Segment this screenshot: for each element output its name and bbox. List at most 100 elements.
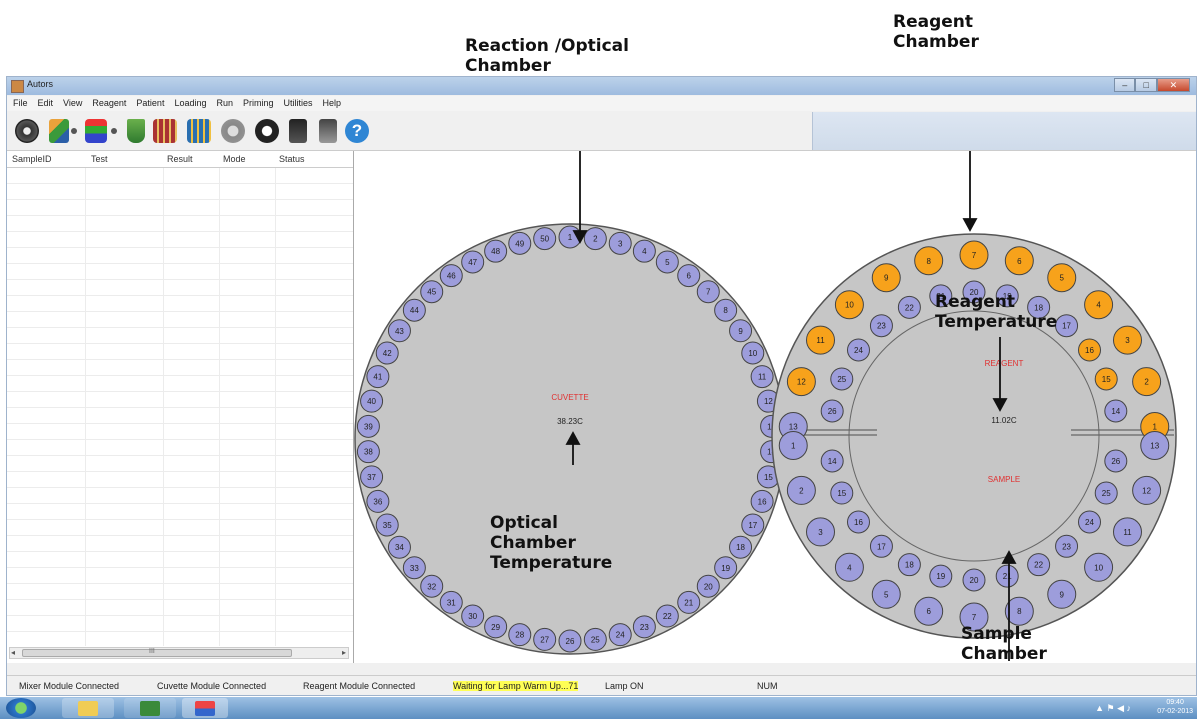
column-mode[interactable]: Mode (223, 154, 246, 164)
cuvette-cell-label: 37 (367, 473, 376, 482)
reagent-cell-label: 24 (854, 346, 863, 355)
cuvette-cell-label: 18 (736, 543, 745, 552)
column-result[interactable]: Result (167, 154, 193, 164)
tray-icons[interactable]: ▲ ⚑ ◀ ♪ (1095, 703, 1131, 714)
play-icon[interactable] (221, 119, 245, 143)
annotation-reagent-chamber: Reagent Chamber (893, 12, 979, 52)
dropdown-arrow-icon[interactable] (71, 128, 77, 134)
reagent-cell-label: 26 (828, 407, 837, 416)
menu-help[interactable]: Help (323, 96, 342, 111)
chamber-diagram: 1234567891011121314151617181920212223242… (354, 151, 1177, 661)
status-bar: Mixer Module Connected Cuvette Module Co… (7, 675, 1196, 695)
menu-utilities[interactable]: Utilities (284, 96, 313, 111)
flask-icon[interactable] (127, 119, 145, 143)
annotation-optical-temperature: Optical Chamber Temperature (490, 513, 613, 573)
reagent-cell-label: 2 (1144, 378, 1149, 387)
taskbar-explorer[interactable] (62, 698, 114, 718)
reagent-cell-label: 7 (972, 251, 977, 260)
cuvette-cell-label: 28 (515, 631, 524, 640)
sample-cell-label: 13 (1150, 441, 1159, 450)
scroll-thumb[interactable]: III (22, 648, 292, 657)
cuvette-cell-label: 42 (383, 349, 392, 358)
menu-bar: File Edit View Reagent Patient Loading R… (7, 96, 1196, 111)
minimize-button[interactable]: – (1114, 78, 1136, 92)
toolbar: ? (7, 112, 1196, 151)
column-sampleid[interactable]: SampleID (12, 154, 52, 164)
taskbar-autors[interactable] (182, 698, 228, 718)
window-title: Autors (27, 79, 54, 89)
sample-cell-label: 5 (884, 590, 889, 599)
cuvette-cell-label: 12 (764, 397, 773, 406)
sample-cell-label: 11 (1123, 528, 1132, 537)
sample-label: SAMPLE (988, 475, 1020, 484)
sample-cell-label: 4 (847, 563, 852, 572)
column-test[interactable]: Test (91, 154, 108, 164)
status-num: NUM (757, 681, 778, 691)
tree-icon[interactable] (49, 119, 69, 143)
clock-date: 07-02-2013 (1157, 708, 1193, 715)
clock-time: 09:40 (1166, 699, 1184, 706)
reagent-temperature: 11.02C (991, 416, 1016, 425)
sample-cell-label: 20 (970, 576, 979, 585)
reagent-cell-label: 6 (1017, 257, 1022, 266)
reagent-cell-label: 14 (1111, 407, 1120, 416)
reagent-cell-label: 25 (837, 375, 846, 384)
reagent-cell-label: 8 (926, 257, 931, 266)
reagent-cell-label: 3 (1125, 336, 1130, 345)
menu-priming[interactable]: Priming (243, 96, 274, 111)
sample-cell-label: 19 (936, 572, 945, 581)
bar-chart-2-icon[interactable] (187, 119, 211, 143)
close-button[interactable]: ✕ (1156, 78, 1190, 92)
cuvette-cell-label: 15 (764, 473, 773, 482)
disc-icon[interactable] (15, 119, 39, 143)
sample-cell-label: 1 (791, 441, 796, 450)
help-icon[interactable]: ? (345, 119, 369, 143)
dropdown-arrow-2-icon[interactable] (111, 128, 117, 134)
taskbar-app-2[interactable] (124, 698, 176, 718)
cuvette-cell-label: 6 (687, 272, 692, 281)
menu-patient[interactable]: Patient (136, 96, 164, 111)
start-button[interactable] (6, 698, 36, 718)
cuvette-cell-label: 10 (748, 349, 757, 358)
cuvette-cell-label: 3 (618, 239, 623, 248)
cuvette-cell-label: 40 (367, 397, 376, 406)
title-bar[interactable]: Autors – □ ✕ (7, 77, 1196, 95)
sample-cell-label: 2 (799, 486, 804, 495)
cuvette-cell-label: 39 (364, 422, 373, 431)
bar-chart-icon[interactable] (153, 119, 177, 143)
menu-reagent[interactable]: Reagent (92, 96, 126, 111)
cuvette-cell-label: 9 (738, 327, 743, 336)
sample-cell-label: 14 (828, 457, 837, 466)
menu-loading[interactable]: Loading (174, 96, 206, 111)
cuvette-cell-label: 43 (395, 327, 404, 336)
status-lamp: Lamp ON (605, 681, 644, 691)
cuvette-cell-label: 47 (468, 258, 477, 267)
menu-edit[interactable]: Edit (38, 96, 54, 111)
sample-cell-label: 3 (818, 528, 823, 537)
annotation-reaction-chamber: Reaction /Optical Chamber (465, 36, 629, 76)
column-status[interactable]: Status (279, 154, 305, 164)
clock[interactable]: 09:40 07-02-2013 (1157, 698, 1193, 716)
lamp-on-icon[interactable] (319, 119, 337, 143)
cuvette-cell-label: 5 (665, 258, 670, 267)
cuvette-cell-label: 19 (721, 564, 730, 573)
maximize-button[interactable]: □ (1135, 78, 1157, 92)
cuvette-cell-label: 33 (410, 564, 419, 573)
horizontal-scrollbar[interactable]: ◂ III ▸ (9, 647, 349, 659)
table-header: SampleID Test Result Mode Status (7, 151, 353, 168)
reagent-cell-label: 4 (1096, 301, 1101, 310)
folder-icon (78, 701, 98, 716)
table-grid[interactable] (7, 168, 353, 646)
menu-run[interactable]: Run (217, 96, 234, 111)
sample-cell-label: 18 (905, 561, 914, 570)
menu-file[interactable]: File (13, 96, 28, 111)
cuvette-cell-label: 23 (640, 623, 649, 632)
lamp-off-icon[interactable] (289, 119, 307, 143)
cuvette-cell-label: 24 (616, 631, 625, 640)
scroll-left-arrow-icon[interactable]: ◂ (11, 648, 15, 657)
stop-icon[interactable] (255, 119, 279, 143)
scroll-right-arrow-icon[interactable]: ▸ (342, 648, 346, 657)
menu-view[interactable]: View (63, 96, 82, 111)
flask-stack-icon[interactable] (85, 119, 107, 143)
reagent-cell-label: 17 (1062, 322, 1071, 331)
